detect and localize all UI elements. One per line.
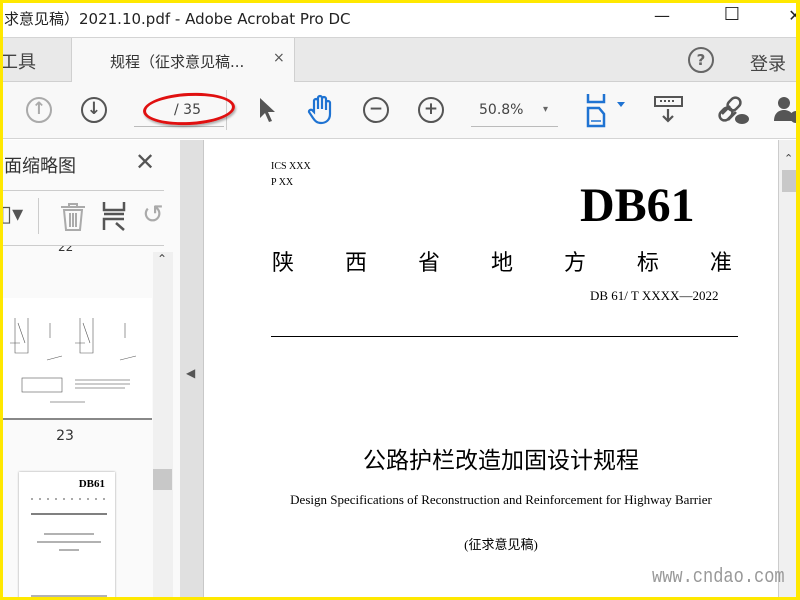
title-english: Design Specifications of Reconstruction … xyxy=(290,492,712,507)
window-title: 求意见稿）2021.10.pdf - Adobe Acrobat Pro DC xyxy=(4,10,351,28)
options-menu-icon[interactable]: ▯▾ xyxy=(0,202,23,227)
standard-char: 地 xyxy=(490,251,513,276)
scrollbar-thumb[interactable] xyxy=(153,469,172,490)
tab-bar: 工具 规程（征求意见稿... × ? 登录 xyxy=(0,38,800,82)
standard-char: 方 xyxy=(563,251,586,276)
fit-page-icon[interactable] xyxy=(585,94,629,128)
document-page: ICS XXX P XX DB61 陕 西 省 地 方 标 准 DB 61/ T… xyxy=(203,140,778,600)
user-share-icon[interactable] xyxy=(773,95,800,127)
divider xyxy=(271,336,738,337)
collapse-arrow-icon[interactable]: ◀ xyxy=(186,366,195,380)
chevron-down-icon: ▾ xyxy=(542,104,548,115)
rotate-icon[interactable]: ↺ xyxy=(142,200,164,230)
drawing-preview xyxy=(10,318,137,403)
standard-char: 标 xyxy=(636,251,659,276)
next-page-icon[interactable]: ↓ xyxy=(81,97,107,123)
document-scrollbar[interactable]: ⌃ xyxy=(778,140,800,600)
divider xyxy=(38,198,39,234)
standard-code: DB61 xyxy=(580,179,695,232)
panel-close-icon[interactable]: ✕ xyxy=(135,148,155,176)
title-bar: 求意见稿）2021.10.pdf - Adobe Acrobat Pro DC … xyxy=(0,0,800,38)
watermark: www.cndao.com xyxy=(652,566,785,589)
login-button[interactable]: 登录 xyxy=(750,50,786,76)
thumbnail-list: 22 23 DB61 xyxy=(0,246,152,600)
previous-page-icon[interactable]: ↑ xyxy=(26,97,52,123)
link-cloud-icon[interactable] xyxy=(718,94,750,126)
standard-char: 省 xyxy=(417,251,440,276)
minimize-button[interactable]: — xyxy=(647,6,677,25)
hand-tool-icon[interactable] xyxy=(306,94,336,126)
title-chinese: 公路护栏改造加固设计规程 xyxy=(363,448,639,474)
divider xyxy=(0,190,164,191)
maximize-button[interactable]: ☐ xyxy=(717,4,747,25)
page-thumbnail-22[interactable] xyxy=(0,298,152,420)
standard-char: 准 xyxy=(709,251,732,276)
tab-document-label: 规程（征求意见稿... xyxy=(110,53,245,71)
page-thumbnails-panel: 面缩略图 ✕ ▯▾ ↺ 22 23 DB61 ⌃ xyxy=(0,140,180,600)
close-window-button[interactable]: ✕ xyxy=(780,6,800,25)
zoom-value: 50.8% xyxy=(479,102,524,118)
toolbar: ↑ ↓ / 35 − + 50.8% ▾ xyxy=(0,82,800,139)
panel-title: 面缩略图 xyxy=(4,156,76,177)
page-number-label: 22 xyxy=(58,246,74,254)
ics-code: ICS XXX xyxy=(271,161,311,172)
thumb-preview xyxy=(31,498,107,597)
scrollbar-thumb[interactable] xyxy=(782,170,798,192)
tab-document[interactable]: 规程（征求意见稿... × xyxy=(71,38,295,82)
tab-tools[interactable]: 工具 xyxy=(0,48,36,74)
thumbnail-scrollbar[interactable]: ⌃ xyxy=(153,252,173,600)
draft-label: (征求意见稿) xyxy=(464,537,538,552)
tab-close-button[interactable]: × xyxy=(273,50,285,66)
standard-type: 陕 西 省 地 方 标 准 xyxy=(272,245,732,277)
page-number-label: 23 xyxy=(56,428,74,444)
page-thumbnail-23[interactable]: DB61 xyxy=(19,472,115,600)
help-icon[interactable]: ? xyxy=(688,47,714,73)
zoom-in-icon[interactable]: + xyxy=(418,97,444,123)
trash-icon[interactable] xyxy=(59,202,87,232)
p-code: P XX xyxy=(271,177,294,188)
scroll-mode-icon[interactable] xyxy=(654,96,684,126)
panel-collapse-strip[interactable]: ◀ xyxy=(180,140,203,600)
standard-char: 陕 xyxy=(272,251,295,276)
standard-char: 西 xyxy=(344,251,367,276)
zoom-select[interactable]: 50.8% ▾ xyxy=(471,95,558,127)
select-pointer-icon[interactable] xyxy=(257,96,277,124)
scroll-up-icon[interactable]: ⌃ xyxy=(157,252,167,266)
insert-page-icon[interactable] xyxy=(102,202,126,232)
standard-number: DB 61/ T XXXX—2022 xyxy=(590,288,719,303)
scroll-up-icon[interactable]: ⌃ xyxy=(784,152,793,165)
zoom-out-icon[interactable]: − xyxy=(363,97,389,123)
